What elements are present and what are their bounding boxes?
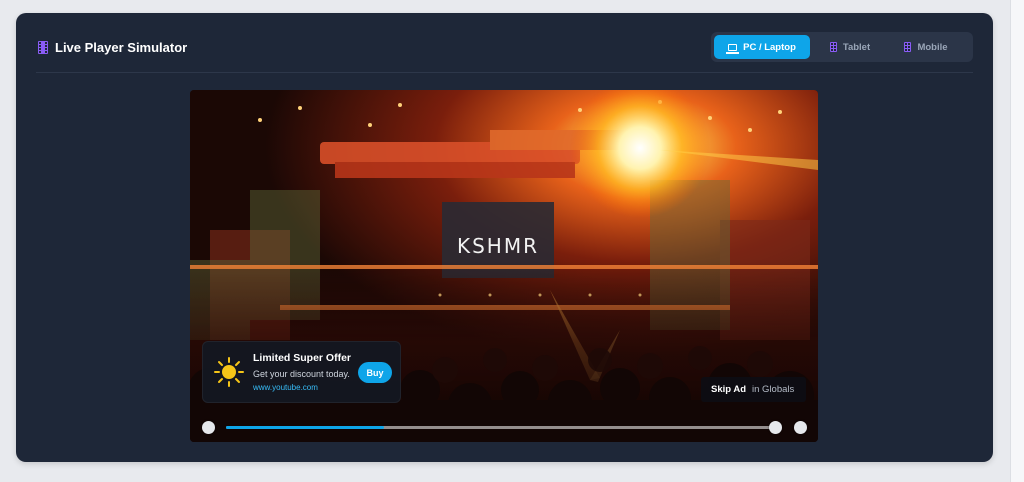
play-pause-control[interactable] [202,421,215,434]
ad-subtitle: Get your discount today. [253,369,350,379]
tab-mobile-label: Mobile [917,41,948,53]
laptop-icon [726,43,740,54]
buy-button[interactable]: Buy [358,362,392,383]
page-scrollbar[interactable] [1010,0,1024,482]
tab-pc-laptop[interactable]: PC / Laptop [714,35,810,59]
tab-pc-laptop-label: PC / Laptop [743,41,796,53]
card-header: Live Player Simulator PC / Laptop Tablet… [36,31,973,73]
skip-ad-label: Skip Ad [711,384,747,395]
ad-title: Limited Super Offer [253,352,352,364]
overlay-ad[interactable]: Limited Super Offer Get your discount to… [202,341,401,403]
tab-tablet[interactable]: Tablet [814,35,886,59]
progress-fill [226,426,385,429]
fullscreen-control[interactable] [794,421,807,434]
stage-screen-text: KSHMR [457,234,539,258]
device-tab-group: PC / Laptop Tablet Mobile [711,32,973,62]
progress-bar[interactable] [226,426,772,429]
tab-tablet-label: Tablet [842,41,871,53]
tablet-icon [829,42,837,52]
sun-icon [214,357,244,387]
film-icon [38,41,48,54]
volume-control[interactable] [769,421,782,434]
ad-url-link[interactable]: www.youtube.com [253,383,318,392]
tab-mobile[interactable]: Mobile [890,35,962,59]
mobile-icon [904,42,912,52]
skip-ad-button[interactable]: Skip Ad in Globals [701,377,806,402]
page-title: Live Player Simulator [38,40,187,55]
skip-ad-suffix: in Globals [752,384,795,395]
page-title-label: Live Player Simulator [55,40,188,55]
video-player[interactable]: KSHMR Limited Super Offer Get your disco… [190,90,818,442]
player-simulator-card: Live Player Simulator PC / Laptop Tablet… [16,13,993,462]
